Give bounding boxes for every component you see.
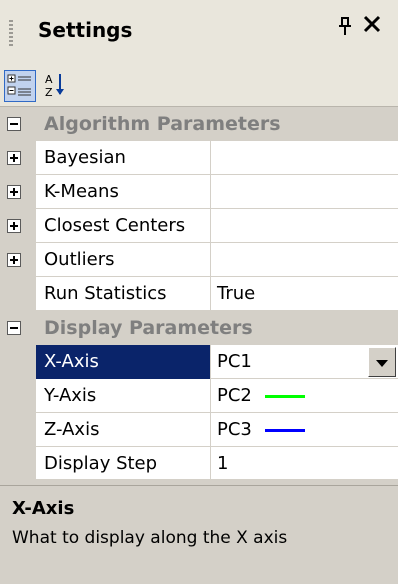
panel-titlebar: Settings [0, 0, 398, 66]
pin-icon[interactable] [336, 16, 354, 39]
property-value[interactable]: PC3 [217, 413, 252, 447]
property-value[interactable]: PC1 [217, 345, 252, 379]
drag-grip[interactable] [9, 20, 13, 48]
chevron-down-icon [376, 360, 388, 367]
svg-text:Z: Z [45, 86, 53, 99]
category-label: Algorithm Parameters [44, 113, 281, 135]
help-pane: X-Axis What to display along the X axis [0, 485, 398, 584]
blue-line-swatch [265, 429, 305, 432]
property-row-kmeans[interactable]: K-Means [0, 175, 398, 209]
expand-icon[interactable] [7, 219, 21, 233]
settings-panel: Settings A Z Algorithm Parameters Bayesi… [0, 0, 398, 584]
category-algorithm-parameters[interactable]: Algorithm Parameters [0, 107, 398, 141]
property-row-bayesian[interactable]: Bayesian [0, 141, 398, 175]
svg-text:A: A [45, 73, 53, 86]
collapse-icon[interactable] [7, 117, 21, 131]
property-value[interactable]: PC2 [217, 379, 252, 413]
category-display-parameters[interactable]: Display Parameters [0, 311, 398, 345]
property-row-run-statistics[interactable]: Run Statistics True [0, 277, 398, 311]
property-value[interactable]: 1 [217, 447, 228, 481]
property-label: Run Statistics [44, 283, 167, 304]
property-value[interactable]: True [217, 277, 255, 311]
property-row-z-axis[interactable]: Z-Axis PC3 [0, 413, 398, 447]
property-label: Bayesian [44, 147, 126, 168]
property-label: Outliers [44, 249, 115, 270]
categorized-icon [7, 74, 31, 96]
sort-alpha-icon: A Z [45, 73, 64, 99]
help-title: X-Axis [12, 498, 75, 519]
property-row-closest-centers[interactable]: Closest Centers [0, 209, 398, 243]
property-label: X-Axis [44, 351, 99, 372]
property-label: Display Step [44, 453, 158, 474]
property-row-y-axis[interactable]: Y-Axis PC2 [0, 379, 398, 413]
alphabetical-button[interactable]: A Z [40, 70, 72, 102]
property-toolbar: A Z [0, 66, 398, 107]
category-label: Display Parameters [44, 317, 253, 339]
dropdown-button[interactable] [368, 347, 396, 377]
expand-icon[interactable] [7, 253, 21, 267]
property-row-outliers[interactable]: Outliers [0, 243, 398, 277]
property-row-x-axis[interactable]: X-Axis PC1 [0, 345, 398, 379]
close-icon[interactable] [362, 14, 382, 39]
collapse-icon[interactable] [7, 321, 21, 335]
property-label: Closest Centers [44, 215, 186, 236]
panel-title: Settings [38, 18, 133, 42]
property-grid: Algorithm Parameters Bayesian K-Means Cl… [0, 107, 398, 481]
property-row-display-step[interactable]: Display Step 1 [0, 447, 398, 481]
expand-icon[interactable] [7, 151, 21, 165]
categorized-button[interactable] [4, 70, 36, 102]
green-line-swatch [265, 395, 305, 398]
property-label: Y-Axis [44, 385, 97, 406]
property-label: K-Means [44, 181, 119, 202]
help-description: What to display along the X axis [12, 528, 288, 548]
property-label: Z-Axis [44, 419, 100, 440]
expand-icon[interactable] [7, 185, 21, 199]
